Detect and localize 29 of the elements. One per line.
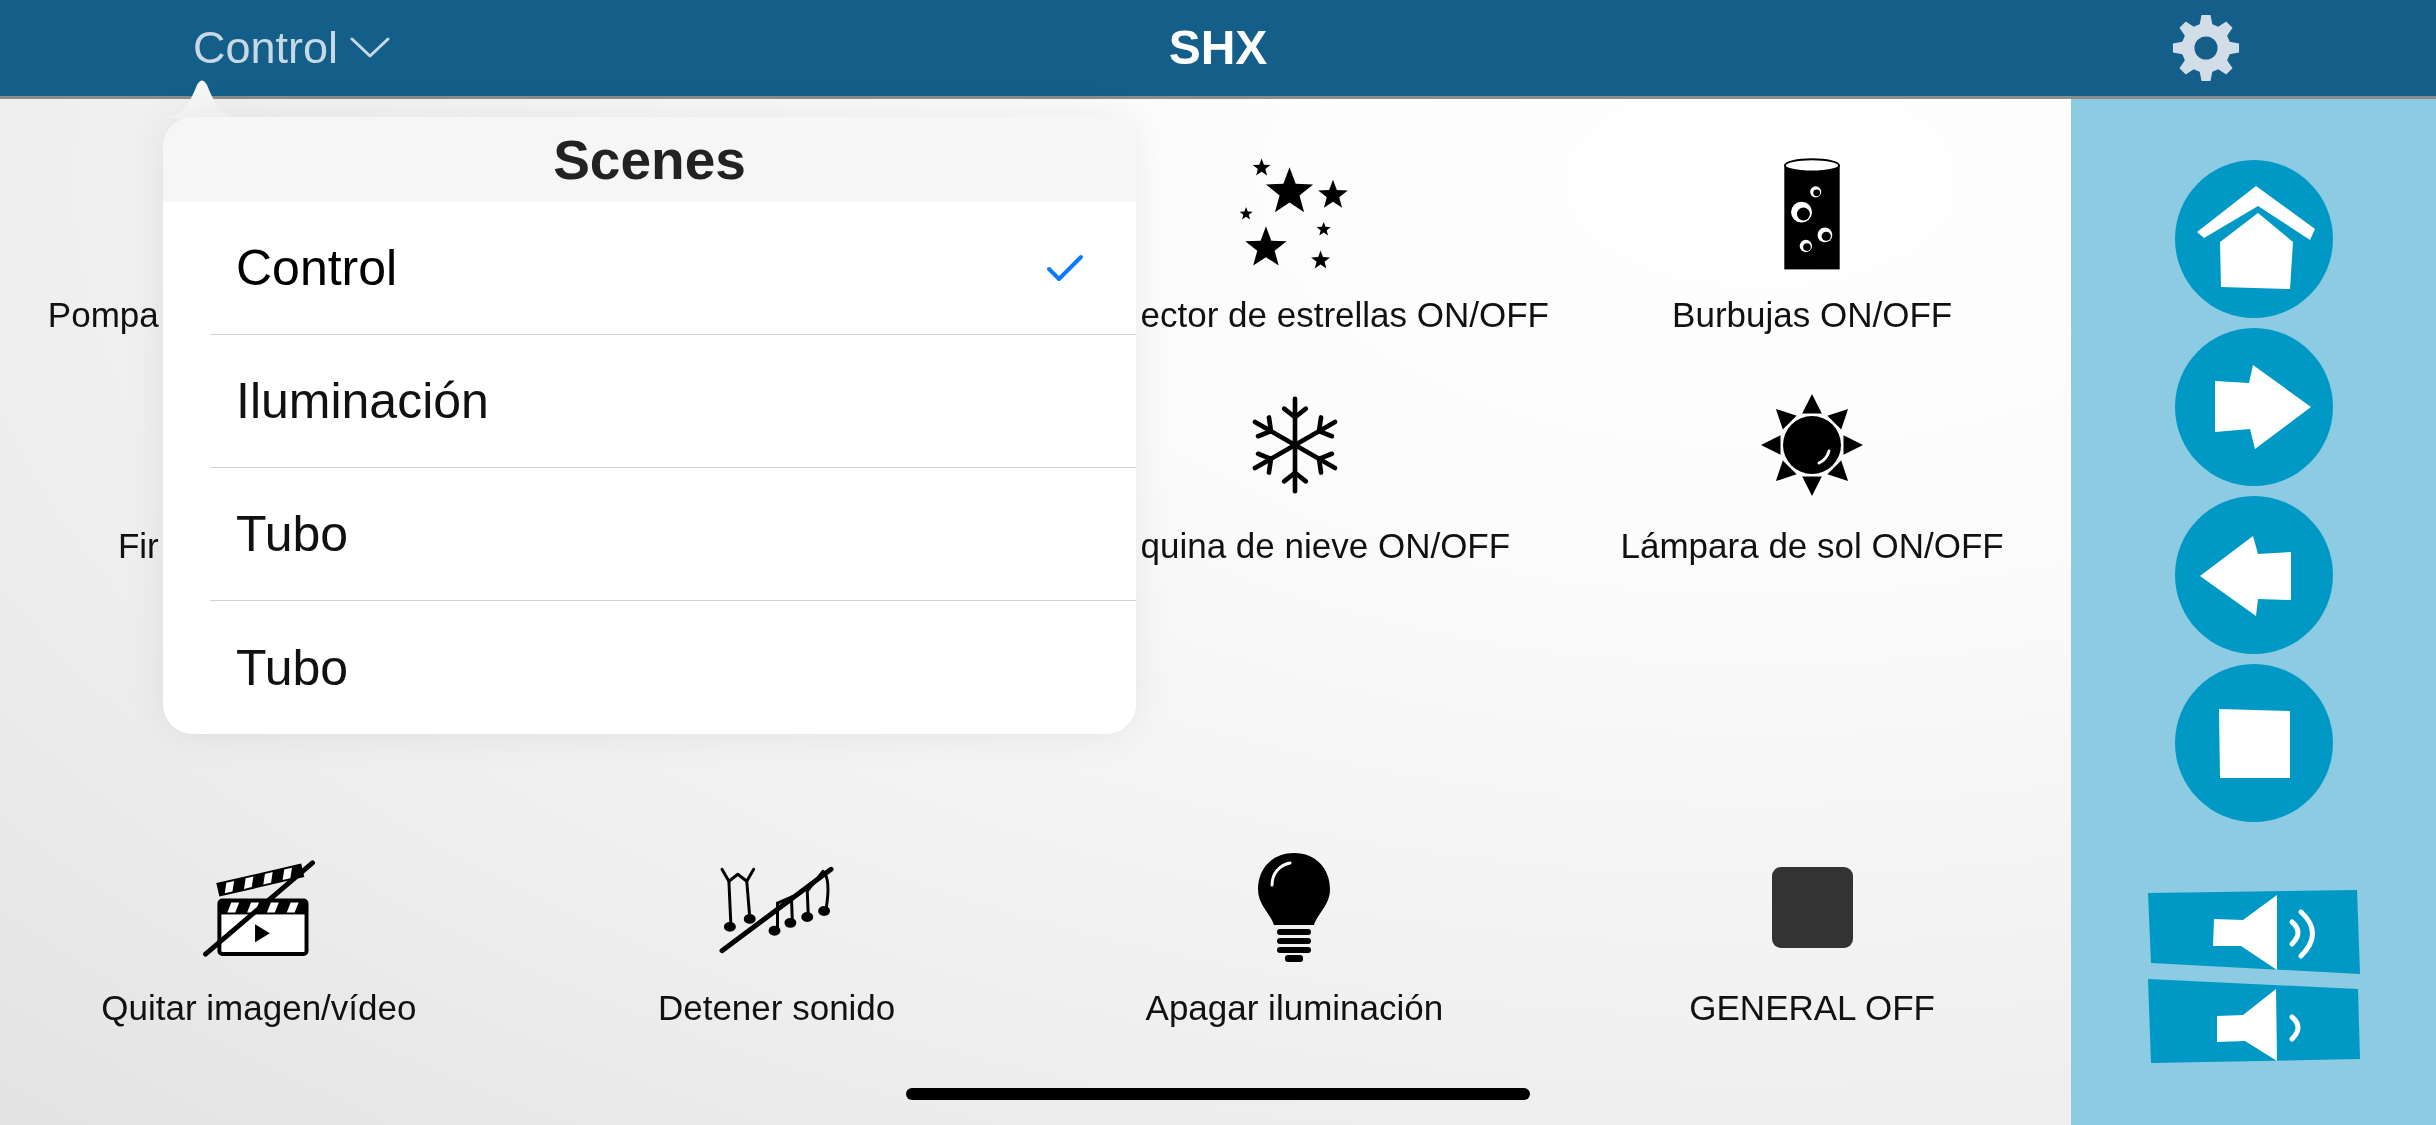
popover-title: Scenes <box>553 128 746 191</box>
scene-option[interactable]: Tubo <box>210 468 1136 601</box>
light-bulb-icon <box>1256 851 1333 963</box>
scene-selector[interactable]: Control <box>193 21 391 75</box>
house-icon[interactable] <box>2174 160 2333 318</box>
stop-icon[interactable] <box>2174 664 2333 822</box>
checkmark-icon <box>1046 254 1084 282</box>
chevron-down-icon <box>350 37 391 59</box>
glass-bubbles-icon <box>1782 158 1843 270</box>
action-button[interactable]: GENERAL OFF <box>1689 847 1935 1027</box>
sun-icon <box>1760 393 1865 497</box>
action-button[interactable]: quina de nieve ON/OFF <box>1140 385 1511 565</box>
action-button[interactable]: Lámpara de sol ON/OFF <box>1620 385 2004 565</box>
scene-option[interactable]: Control <box>210 202 1136 335</box>
action-button[interactable]: Detener sonido <box>657 847 896 1027</box>
scene-option[interactable]: Iluminación <box>210 335 1136 468</box>
action-button[interactable]: Pompa <box>47 296 159 334</box>
action-button[interactable]: ector de estrellas ON/OFF <box>1140 154 1549 334</box>
volume-down-icon[interactable] <box>2147 979 2360 1063</box>
action-button[interactable]: Burbujas ON/OFF <box>1672 154 1953 334</box>
app-title: SHX <box>1168 20 1268 76</box>
action-button[interactable]: Quitar imagen/vídeo <box>101 847 417 1027</box>
action-button[interactable]: Fir <box>117 527 159 565</box>
action-button[interactable]: Apagar iluminación <box>1145 847 1444 1027</box>
volume-up-icon[interactable] <box>2147 890 2360 974</box>
square-icon <box>1771 866 1853 948</box>
settings-icon[interactable] <box>2172 14 2240 82</box>
scene-option[interactable]: Tubo <box>210 601 1136 734</box>
stars-icon <box>1238 157 1351 271</box>
